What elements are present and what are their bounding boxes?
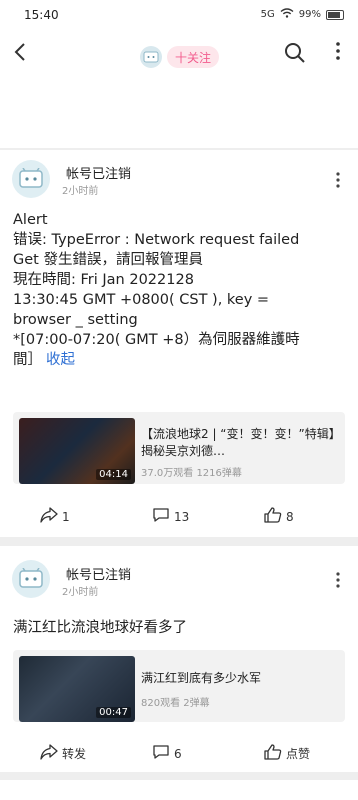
post-line-last: 間］ 收起 xyxy=(13,350,348,370)
share-icon xyxy=(40,744,58,763)
header-avatar[interactable] xyxy=(140,46,162,68)
status-time: 15:40 xyxy=(24,8,59,22)
post-body: Alert 错误: TypeError : Network request fa… xyxy=(13,210,348,370)
post-line: Alert xyxy=(13,212,48,228)
share-count: 1 xyxy=(62,509,70,524)
video-stats: 820观看 2弹幕 xyxy=(141,698,210,709)
video-thumbnail[interactable]: 00:47 xyxy=(19,656,135,722)
battery-label: 99% xyxy=(298,9,321,20)
like-button[interactable]: 点赞 xyxy=(264,744,310,763)
avatar[interactable] xyxy=(12,160,50,198)
like-label: 点赞 xyxy=(286,747,311,761)
video-card[interactable]: 00:47 满江红到底有多少水军 820观看 2弹幕 xyxy=(13,650,345,722)
video-duration: 00:47 xyxy=(96,707,131,718)
back-icon[interactable] xyxy=(14,42,26,68)
post-line: 13:30:45 GMT +0800( CST ), key = xyxy=(13,292,270,308)
like-button[interactable]: 8 xyxy=(264,507,294,526)
video-stats: 37.0万观看 1216弹幕 xyxy=(141,468,242,479)
post-actions: 1 13 8 xyxy=(0,507,358,527)
comment-button[interactable]: 13 xyxy=(152,507,189,526)
thumbs-up-icon xyxy=(264,744,282,763)
comment-button[interactable]: 6 xyxy=(152,744,182,763)
comment-count: 6 xyxy=(174,746,182,761)
video-thumbnail[interactable]: 04:14 xyxy=(19,418,135,484)
video-title[interactable]: 【流浪地球2 | “变！变！变！”特辑】揭秘吴京刘德… xyxy=(141,426,337,460)
post-line: browser _ setting xyxy=(13,312,138,328)
comment-icon xyxy=(152,744,170,763)
page-header: 十关注 xyxy=(0,30,358,148)
avatar[interactable] xyxy=(12,560,50,598)
signal-label: 5G xyxy=(260,9,275,20)
next-post-card xyxy=(0,780,358,800)
post-line: 間］ xyxy=(13,352,42,368)
post-time: 2小时前 xyxy=(62,186,99,197)
video-title[interactable]: 满江红到底有多少水军 xyxy=(141,670,337,687)
username[interactable]: 帐号已注销 xyxy=(66,564,131,583)
follow-label: 十关注 xyxy=(175,50,212,65)
wifi-icon xyxy=(280,8,294,21)
status-indicators: 5G 99% xyxy=(261,8,344,21)
username[interactable]: 帐号已注销 xyxy=(66,163,131,182)
search-icon[interactable] xyxy=(284,42,306,68)
post-card: 帐号已注销 2小时前 满江红比流浪地球好看多了 00:47 满江红到底有多少水军… xyxy=(0,546,358,772)
post-line: 错误: TypeError : Network request failed xyxy=(13,232,300,248)
collapse-link[interactable]: 收起 xyxy=(46,352,75,368)
post-actions: 转发 6 点赞 xyxy=(0,744,358,764)
like-count: 8 xyxy=(286,509,294,524)
post-card: 帐号已注销 2小时前 Alert 错误: TypeError : Network… xyxy=(0,150,358,537)
post-more-icon[interactable] xyxy=(336,572,340,588)
status-bar: 15:40 5G 99% xyxy=(0,0,358,30)
post-line: Get 發生錯誤，請回報管理員 xyxy=(13,252,203,268)
post-time: 2小时前 xyxy=(62,587,99,598)
post-text: 满江红比流浪地球好看多了 xyxy=(13,620,187,636)
more-icon[interactable] xyxy=(336,42,340,64)
post-line: *[07:00-07:20( GMT +8）為伺服器維護時 xyxy=(13,332,300,348)
comment-icon xyxy=(152,507,170,526)
video-card[interactable]: 04:14 【流浪地球2 | “变！变！变！”特辑】揭秘吴京刘德… 37.0万观… xyxy=(13,412,345,484)
follow-button[interactable]: 十关注 xyxy=(167,46,220,68)
share-button[interactable]: 转发 xyxy=(40,744,86,763)
video-duration: 04:14 xyxy=(96,469,131,480)
comment-count: 13 xyxy=(174,509,190,524)
battery-icon xyxy=(326,9,344,20)
share-label: 转发 xyxy=(62,747,87,761)
share-button[interactable]: 1 xyxy=(40,507,70,526)
post-line: 現在時間: Fri Jan 2022128 xyxy=(13,272,194,288)
thumbs-up-icon xyxy=(264,507,282,526)
post-more-icon[interactable] xyxy=(336,172,340,188)
share-icon xyxy=(40,507,58,526)
